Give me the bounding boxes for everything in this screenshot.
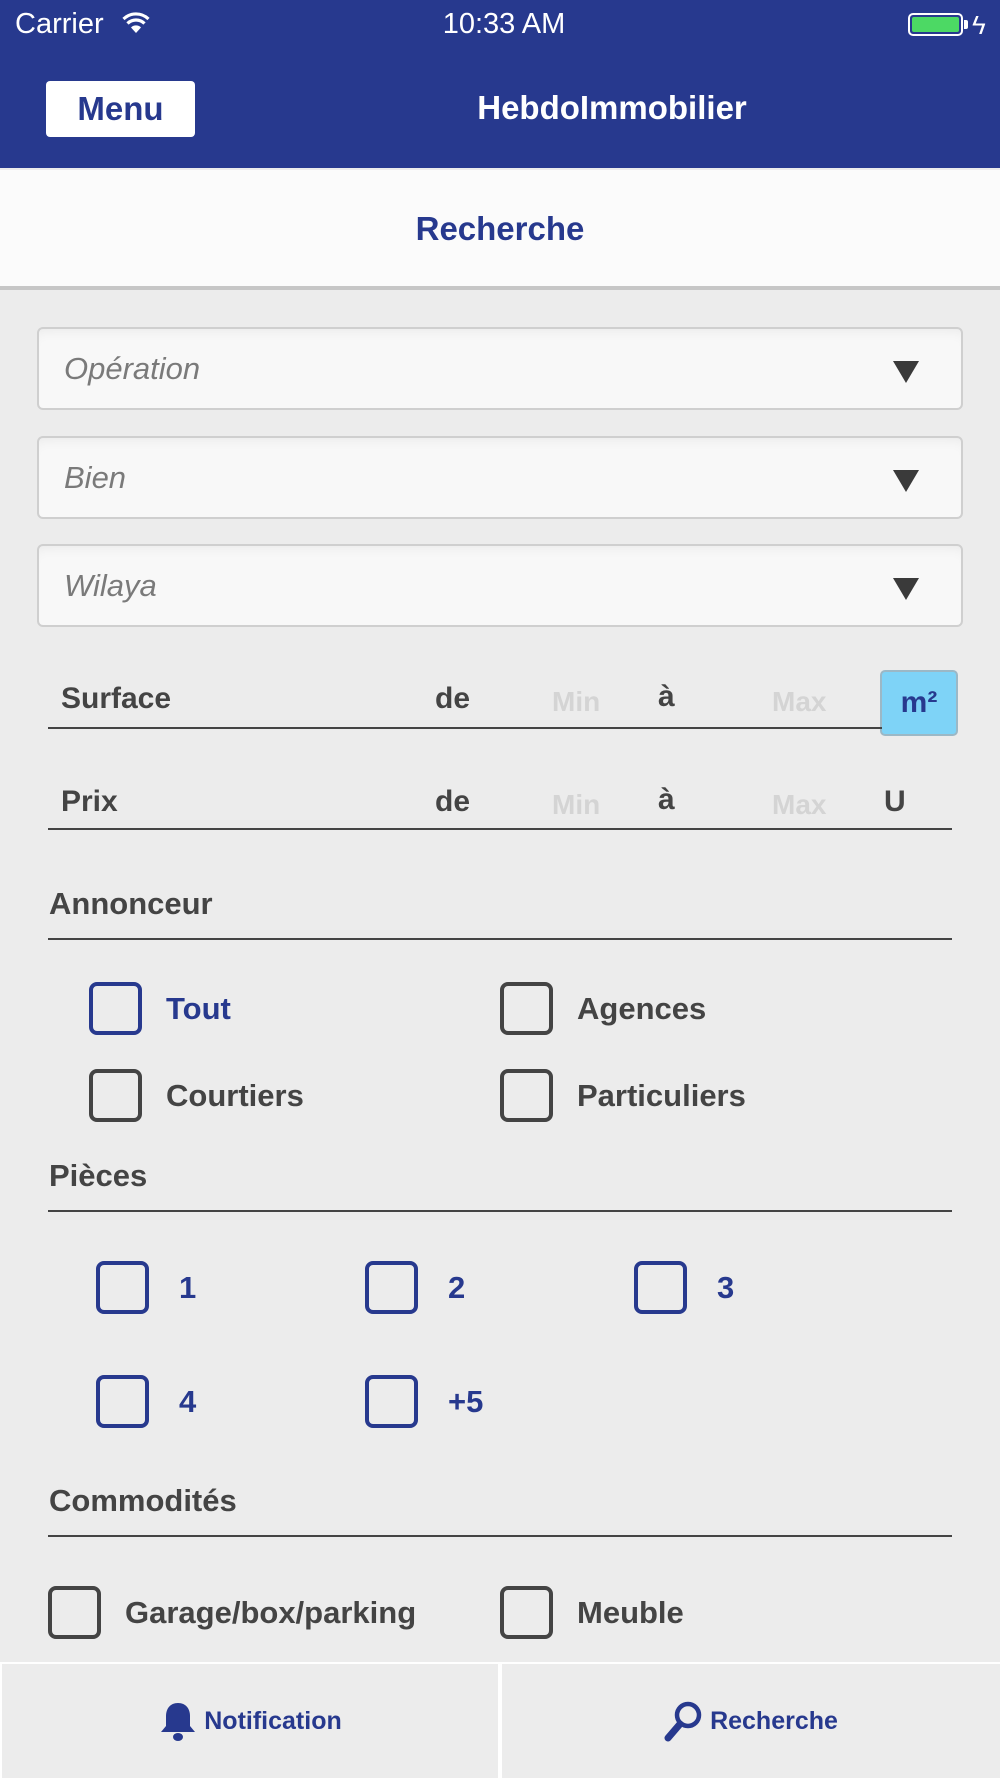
pieces-1-checkbox[interactable]: 1: [96, 1261, 196, 1314]
surface-row: Surface de Min à Max m²: [48, 654, 958, 754]
surface-max-input[interactable]: Max: [772, 686, 826, 718]
checkbox-label: Garage/box/parking: [125, 1594, 417, 1630]
prix-to-label: à: [658, 783, 675, 816]
checkbox-icon: [89, 982, 142, 1035]
annonceur-title: Annonceur: [49, 886, 213, 921]
surface-min-input[interactable]: Min: [552, 686, 600, 718]
checkbox-icon: [634, 1261, 687, 1314]
prix-row: Prix de Min à Max U: [48, 757, 951, 857]
pieces-3-checkbox[interactable]: 3: [634, 1261, 734, 1314]
surface-to-label: à: [658, 680, 675, 713]
clock-time: 10:33 AM: [442, 8, 566, 40]
checkbox-label: 4: [179, 1383, 197, 1419]
checkbox-label: 3: [717, 1269, 735, 1305]
bell-icon: [161, 1703, 196, 1741]
battery-icon: [908, 13, 963, 36]
checkbox-icon: [365, 1261, 418, 1314]
wilaya-select[interactable]: Wilaya: [37, 544, 963, 627]
pieces-2-checkbox[interactable]: 2: [365, 1261, 465, 1314]
prix-divider: [48, 828, 952, 830]
pieces-4-checkbox[interactable]: 4: [96, 1375, 196, 1428]
app-header: Carrier 10:33 AM ϟ Menu HebdoImmobilier: [0, 0, 1000, 168]
checkbox-label: Meuble: [577, 1594, 684, 1630]
wilaya-placeholder: Wilaya: [64, 568, 157, 603]
annonceur-courtiers-checkbox[interactable]: Courtiers: [89, 1069, 304, 1122]
checkbox-label: 2: [448, 1269, 466, 1305]
surface-label: Surface: [61, 682, 172, 715]
checkbox-label: Tout: [166, 990, 231, 1026]
surface-unit-button[interactable]: m²: [880, 670, 958, 736]
commodites-meuble-checkbox[interactable]: Meuble: [500, 1586, 684, 1639]
pieces-5plus-checkbox[interactable]: +5: [365, 1375, 483, 1428]
dropdown-arrow-icon: [893, 470, 919, 492]
surface-from-label: de: [435, 682, 471, 715]
bien-select[interactable]: Bien: [37, 436, 963, 519]
commodites-divider: [48, 1535, 952, 1537]
prix-label: Prix: [61, 785, 118, 818]
prix-max-input[interactable]: Max: [772, 789, 826, 821]
tab-recherche-label: Recherche: [710, 1706, 838, 1735]
menu-button[interactable]: Menu: [46, 81, 195, 137]
page-title: Recherche: [415, 210, 585, 247]
dropdown-arrow-icon: [893, 361, 919, 383]
dropdown-arrow-icon: [893, 578, 919, 600]
pieces-title: Pièces: [49, 1158, 148, 1193]
annonceur-tout-checkbox[interactable]: Tout: [89, 982, 231, 1035]
checkbox-icon: [500, 982, 553, 1035]
status-bar: Carrier 10:33 AM ϟ: [0, 0, 1000, 50]
annonceur-particuliers-checkbox[interactable]: Particuliers: [500, 1069, 746, 1122]
checkbox-label: Agences: [577, 990, 707, 1026]
checkbox-icon: [500, 1586, 553, 1639]
prix-unit-label[interactable]: U: [884, 785, 906, 819]
bien-placeholder: Bien: [64, 460, 127, 495]
commodites-garage-checkbox[interactable]: Garage/box/parking: [48, 1586, 416, 1639]
annonceur-agences-checkbox[interactable]: Agences: [500, 982, 706, 1035]
tab-recherche[interactable]: Recherche: [502, 1664, 1000, 1778]
prix-from-label: de: [435, 785, 471, 818]
checkbox-icon: [96, 1261, 149, 1314]
tab-notification[interactable]: Notification: [2, 1664, 498, 1778]
annonceur-divider: [48, 938, 952, 940]
checkbox-label: +5: [448, 1383, 484, 1419]
checkbox-label: Particuliers: [577, 1077, 746, 1113]
charging-icon: ϟ: [972, 10, 986, 40]
checkbox-icon: [48, 1586, 101, 1639]
pieces-divider: [48, 1210, 952, 1212]
app-title: HebdoImmobilier: [477, 89, 747, 126]
checkbox-icon: [365, 1375, 418, 1428]
checkbox-label: 1: [179, 1269, 197, 1305]
operation-placeholder: Opération: [64, 351, 201, 386]
checkbox-label: Courtiers: [166, 1077, 304, 1113]
search-icon: [664, 1701, 702, 1742]
tab-notification-label: Notification: [204, 1706, 342, 1735]
checkbox-icon: [500, 1069, 553, 1122]
bottom-tab-bar: Notification Recherche: [0, 1662, 1000, 1778]
commodites-title: Commodités: [49, 1483, 237, 1518]
surface-divider: [48, 727, 882, 729]
prix-min-input[interactable]: Min: [552, 789, 600, 821]
checkbox-icon: [96, 1375, 149, 1428]
page-subheader: Recherche: [0, 170, 1000, 290]
operation-select[interactable]: Opération: [37, 327, 963, 410]
checkbox-icon: [89, 1069, 142, 1122]
